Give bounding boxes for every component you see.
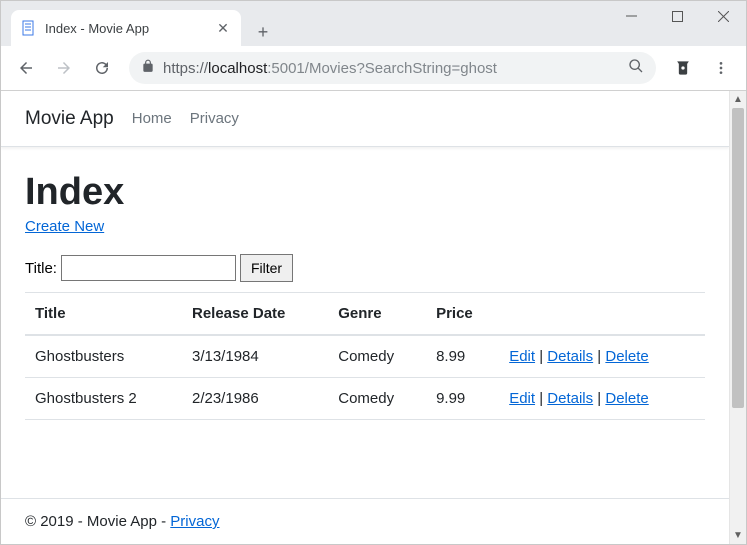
- filter-button[interactable]: Filter: [240, 254, 293, 282]
- create-new-link[interactable]: Create New: [25, 218, 104, 235]
- menu-icon[interactable]: [704, 51, 738, 85]
- maximize-button[interactable]: [654, 1, 700, 31]
- filter-label: Title:: [25, 260, 57, 277]
- page-content: Movie App Home Privacy Index Create New …: [1, 91, 729, 544]
- cell-title: Ghostbusters: [25, 335, 182, 378]
- vertical-scrollbar[interactable]: ▲ ▼: [729, 91, 746, 544]
- site-header: Movie App Home Privacy: [1, 91, 729, 147]
- address-bar[interactable]: https://localhost:5001/Movies?SearchStri…: [129, 52, 656, 84]
- reload-button[interactable]: [85, 51, 119, 85]
- page-title: Index: [25, 171, 705, 214]
- footer-text: © 2019 - Movie App -: [25, 513, 170, 530]
- edit-link[interactable]: Edit: [509, 348, 535, 365]
- browser-window: Index - Movie App ✕ +: [0, 0, 747, 545]
- details-link[interactable]: Details: [547, 390, 593, 407]
- details-link[interactable]: Details: [547, 348, 593, 365]
- cell-genre: Comedy: [328, 335, 426, 378]
- scroll-thumb[interactable]: [732, 108, 744, 408]
- browser-toolbar: https://localhost:5001/Movies?SearchStri…: [1, 46, 746, 91]
- tab-strip: Index - Movie App ✕ +: [1, 1, 277, 46]
- site-footer: © 2019 - Movie App - Privacy: [1, 498, 729, 544]
- cell-genre: Comedy: [328, 378, 426, 420]
- col-genre: Genre: [328, 293, 426, 336]
- cell-price: 8.99: [426, 335, 499, 378]
- tab-close-icon[interactable]: ✕: [215, 20, 231, 36]
- cell-price: 9.99: [426, 378, 499, 420]
- delete-link[interactable]: Delete: [605, 348, 648, 365]
- cell-title: Ghostbusters 2: [25, 378, 182, 420]
- col-actions: [499, 293, 705, 336]
- col-price: Price: [426, 293, 499, 336]
- movies-table: Title Release Date Genre Price Ghostbust…: [25, 292, 705, 420]
- cell-actions: Edit | Details | Delete: [499, 378, 705, 420]
- table-row: Ghostbusters 3/13/1984 Comedy 8.99 Edit …: [25, 335, 705, 378]
- scroll-up-icon[interactable]: ▲: [730, 91, 746, 108]
- footer-privacy-link[interactable]: Privacy: [170, 513, 219, 530]
- browser-titlebar: Index - Movie App ✕ +: [1, 1, 746, 46]
- search-icon[interactable]: [628, 58, 644, 78]
- window-controls: [608, 1, 746, 31]
- minimize-button[interactable]: [608, 1, 654, 31]
- col-title: Title: [25, 293, 182, 336]
- close-window-button[interactable]: [700, 1, 746, 31]
- nav-privacy[interactable]: Privacy: [190, 110, 239, 127]
- favicon-icon: [21, 20, 37, 36]
- edit-link[interactable]: Edit: [509, 390, 535, 407]
- account-icon[interactable]: [666, 51, 700, 85]
- filter-form: Title: Filter: [25, 254, 705, 282]
- nav-home[interactable]: Home: [132, 110, 172, 127]
- brand[interactable]: Movie App: [25, 108, 114, 130]
- title-input[interactable]: [61, 255, 236, 281]
- browser-tab[interactable]: Index - Movie App ✕: [11, 10, 241, 46]
- tab-title: Index - Movie App: [45, 21, 215, 36]
- scroll-down-icon[interactable]: ▼: [730, 527, 746, 544]
- url-text: https://localhost:5001/Movies?SearchStri…: [163, 60, 620, 77]
- cell-release: 2/23/1986: [182, 378, 328, 420]
- cell-release: 3/13/1984: [182, 335, 328, 378]
- new-tab-button[interactable]: +: [249, 18, 277, 46]
- page-body: Index Create New Title: Filter Title Rel…: [1, 147, 729, 480]
- delete-link[interactable]: Delete: [605, 390, 648, 407]
- cell-actions: Edit | Details | Delete: [499, 335, 705, 378]
- viewport: Movie App Home Privacy Index Create New …: [1, 91, 746, 544]
- back-button[interactable]: [9, 51, 43, 85]
- forward-button[interactable]: [47, 51, 81, 85]
- lock-icon: [141, 59, 155, 77]
- table-row: Ghostbusters 2 2/23/1986 Comedy 9.99 Edi…: [25, 378, 705, 420]
- col-release: Release Date: [182, 293, 328, 336]
